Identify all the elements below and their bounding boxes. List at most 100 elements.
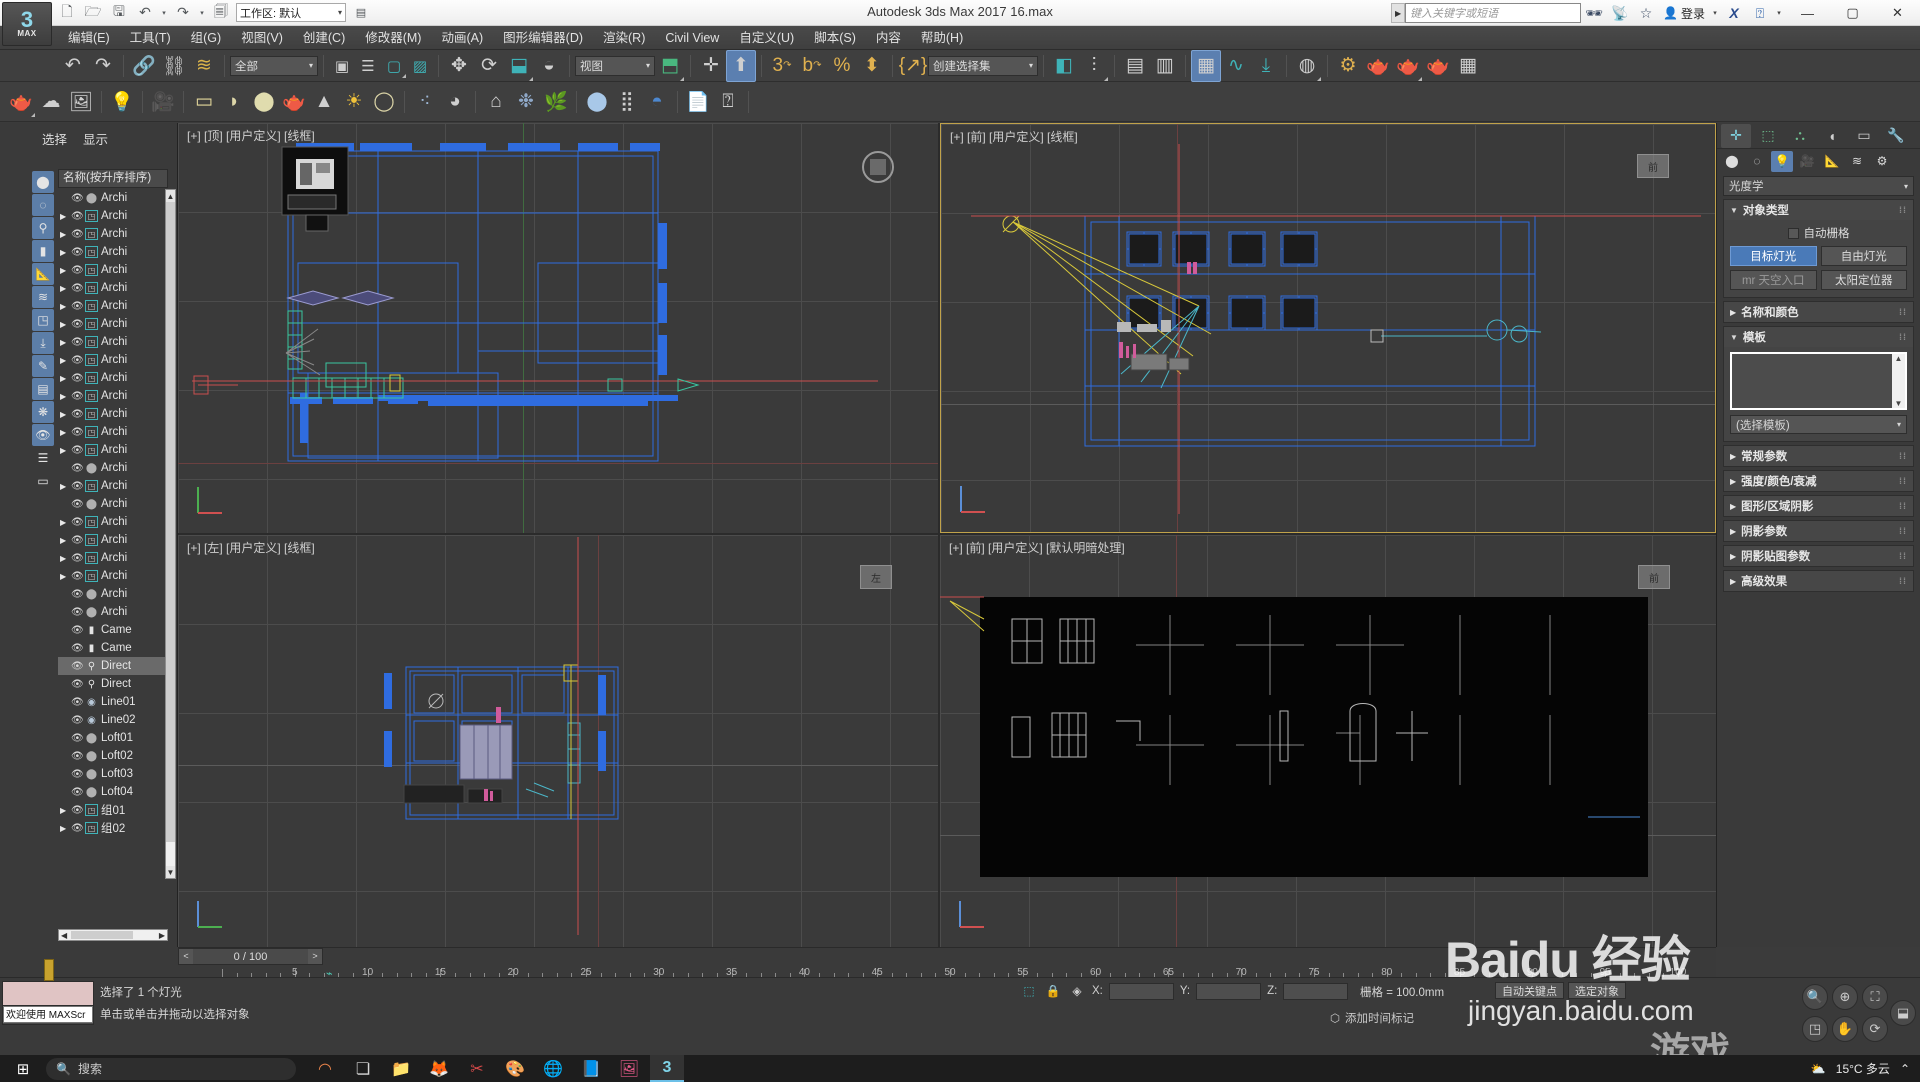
- free-light-button[interactable]: 自由灯光: [1820, 246, 1907, 266]
- visibility-icon[interactable]: 👁: [32, 424, 54, 446]
- layer-explorer-icon[interactable]: ▤: [1120, 50, 1150, 82]
- expand-triangle-icon[interactable]: ▶: [60, 410, 68, 419]
- start-button[interactable]: ⊞: [0, 1055, 46, 1082]
- scene-explorer-vscrollbar[interactable]: ▲ ▼: [165, 189, 176, 879]
- geometry-icon[interactable]: ⬤: [1721, 151, 1743, 172]
- plane-primitive-icon[interactable]: ▭: [189, 86, 219, 118]
- scene-explorer-row[interactable]: ▶ 👁 ◳ Archi: [58, 225, 168, 243]
- eye-icon[interactable]: 👁: [71, 427, 84, 438]
- selection-lock-region-icon[interactable]: ⬚: [1020, 982, 1038, 1000]
- expand-triangle-icon[interactable]: ▶: [60, 554, 68, 563]
- scene-explorer-row[interactable]: ▶ 👁 ◳ Archi: [58, 423, 168, 441]
- scene-explorer-row[interactable]: 👁 ⬤ Archi: [58, 603, 168, 621]
- satellite-icon[interactable]: 📡: [1607, 0, 1633, 26]
- expand-triangle-icon[interactable]: ▶: [60, 824, 68, 833]
- scroll-up-icon[interactable]: ▲: [1895, 354, 1903, 363]
- maxscript-output-pane[interactable]: [3, 982, 93, 1006]
- expand-triangle-icon[interactable]: ▶: [60, 392, 68, 401]
- redo-button[interactable]: ↷: [88, 50, 118, 82]
- menu-item-10[interactable]: 自定义(U): [729, 26, 804, 50]
- menu-item-5[interactable]: 修改器(M): [355, 26, 431, 50]
- scene-explorer-row[interactable]: ▶ 👁 ◳ Archi: [58, 531, 168, 549]
- eye-icon[interactable]: 👁: [71, 463, 84, 474]
- expand-triangle-icon[interactable]: ▶: [60, 320, 68, 329]
- select-and-place-icon[interactable]: ◒: [534, 50, 564, 82]
- new-file-icon[interactable]: 🗋: [56, 3, 78, 23]
- bone-filter-icon[interactable]: ✎: [32, 355, 54, 377]
- expand-triangle-icon[interactable]: ▶: [60, 338, 68, 347]
- redo-icon[interactable]: ↷: [172, 3, 194, 23]
- expand-triangle-icon[interactable]: ▶: [60, 302, 68, 311]
- viewport-left[interactable]: [+] [左] [用户定义] [线框] 左: [178, 535, 938, 947]
- undo-button[interactable]: ↶: [58, 50, 88, 82]
- scene-explorer-list[interactable]: 👁 ⬤ Archi ▶ 👁 ◳ Archi ▶ 👁 ◳ Archi ▶ 👁 ◳ Archi ▶ 👁 ◳ Archi ▶…: [58, 189, 168, 879]
- search-expand-icon[interactable]: ▶: [1391, 3, 1406, 23]
- scene-explorer-row[interactable]: 👁 ▮ Came: [58, 621, 168, 639]
- scene-explorer-row[interactable]: ▶ 👁 ◳ Archi: [58, 369, 168, 387]
- scene-explorer-row[interactable]: 👁 ⬤ Archi: [58, 189, 168, 207]
- scene-explorer-row[interactable]: ▶ 👁 ◳ Archi: [58, 207, 168, 225]
- zoom-icon[interactable]: 🔍: [1802, 984, 1828, 1010]
- autogrid-checkbox-row[interactable]: 自动栅格: [1730, 225, 1907, 241]
- spacewarps-icon[interactable]: ≋: [1846, 151, 1868, 172]
- eye-icon[interactable]: 👁: [71, 517, 84, 528]
- scene-explorer-row[interactable]: 👁 ⬤ Archi: [58, 459, 168, 477]
- mirror-icon[interactable]: ◧: [1049, 50, 1079, 82]
- scene-explorer-row[interactable]: ▶ 👁 ◳ Archi: [58, 279, 168, 297]
- lock-icon[interactable]: 🔒: [1044, 982, 1062, 1000]
- tab-display[interactable]: 显示: [83, 129, 108, 148]
- curve-editor-icon[interactable]: ∿: [1221, 50, 1251, 82]
- scene-explorer-column-header[interactable]: 名称(按升序排序): [58, 169, 168, 188]
- eye-icon[interactable]: 👁: [71, 373, 84, 384]
- expand-triangle-icon[interactable]: ▶: [60, 536, 68, 545]
- expand-triangle-icon[interactable]: ▶: [60, 284, 68, 293]
- scene-explorer-row[interactable]: 👁 ◉ Line01: [58, 693, 168, 711]
- sun-icon[interactable]: ☀: [339, 86, 369, 118]
- coord-x-field[interactable]: [1108, 982, 1174, 1000]
- spinner-snap-toggle-icon[interactable]: ⬍: [857, 50, 887, 82]
- eye-icon[interactable]: 👁: [71, 535, 84, 546]
- scene-explorer-row[interactable]: 👁 ◉ Line02: [58, 711, 168, 729]
- expand-triangle-icon[interactable]: ▶: [60, 374, 68, 383]
- expand-triangle-icon[interactable]: ▶: [60, 212, 68, 221]
- selection-filter-combo[interactable]: 全部 ▾: [230, 55, 318, 76]
- menu-item-1[interactable]: 工具(T): [120, 26, 181, 50]
- menu-item-7[interactable]: 图形编辑器(D): [493, 26, 593, 50]
- orbit-icon[interactable]: ⟳: [1862, 1016, 1888, 1042]
- scene-explorer-row[interactable]: ▶ 👁 ◳ Archi: [58, 567, 168, 585]
- eye-icon[interactable]: 👁: [71, 337, 84, 348]
- helpers-icon[interactable]: 📐: [1821, 151, 1843, 172]
- render-iterative-icon[interactable]: 🫖: [1423, 50, 1453, 82]
- expand-triangle-icon[interactable]: ▶: [60, 230, 68, 239]
- percent-snap-icon[interactable]: %: [827, 50, 857, 82]
- taskbar-search[interactable]: 🔍 搜索: [46, 1057, 296, 1080]
- material-preview-icon[interactable]: ◓: [642, 86, 672, 118]
- menu-item-11[interactable]: 脚本(S): [804, 26, 866, 50]
- minimize-button[interactable]: —: [1785, 0, 1830, 26]
- bind-to-spacewarp-icon[interactable]: ≋: [189, 50, 219, 82]
- light-category-combo[interactable]: 光度学 ▾: [1723, 176, 1914, 196]
- eye-icon[interactable]: 👁: [71, 265, 84, 276]
- track-bar[interactable]: < 0 / 100 > 5 10 15 20 25 30 35 40 45 50 55 60 65 70 7…: [178, 947, 1716, 980]
- tool-icon[interactable]: ✂: [460, 1055, 494, 1082]
- eye-icon[interactable]: 👁: [71, 715, 84, 726]
- field-of-view-icon[interactable]: ◳: [1802, 1016, 1828, 1042]
- percent-snap-3-icon[interactable]: 3 ↷: [767, 50, 797, 82]
- eye-icon[interactable]: 👁: [71, 625, 84, 636]
- weather-label[interactable]: 15°C 多云: [1836, 1060, 1890, 1077]
- utilities-tab[interactable]: 🔧: [1881, 124, 1911, 148]
- file-explorer-icon[interactable]: 📁: [384, 1055, 418, 1082]
- scene-explorer-row[interactable]: ▶ 👁 ◳ Archi: [58, 261, 168, 279]
- frame-indicator[interactable]: < 0 / 100 >: [178, 948, 323, 965]
- scroll-up-icon[interactable]: ▲: [166, 190, 175, 202]
- torus-primitive-icon[interactable]: ◯: [369, 86, 399, 118]
- blank-icon[interactable]: ▭: [32, 470, 54, 492]
- xref-filter-icon[interactable]: ⤓: [32, 332, 54, 354]
- paint-icon[interactable]: 🎨: [498, 1055, 532, 1082]
- eye-icon[interactable]: 👁: [71, 229, 84, 240]
- use-pivot-center-icon[interactable]: ⬒: [655, 50, 685, 82]
- eye-icon[interactable]: 👁: [71, 193, 84, 204]
- render-in-cloud-icon[interactable]: ▦: [1453, 50, 1483, 82]
- signin-dropdown-icon[interactable]: ▾: [1709, 0, 1721, 26]
- script-listener-icon[interactable]: 📄: [683, 86, 713, 118]
